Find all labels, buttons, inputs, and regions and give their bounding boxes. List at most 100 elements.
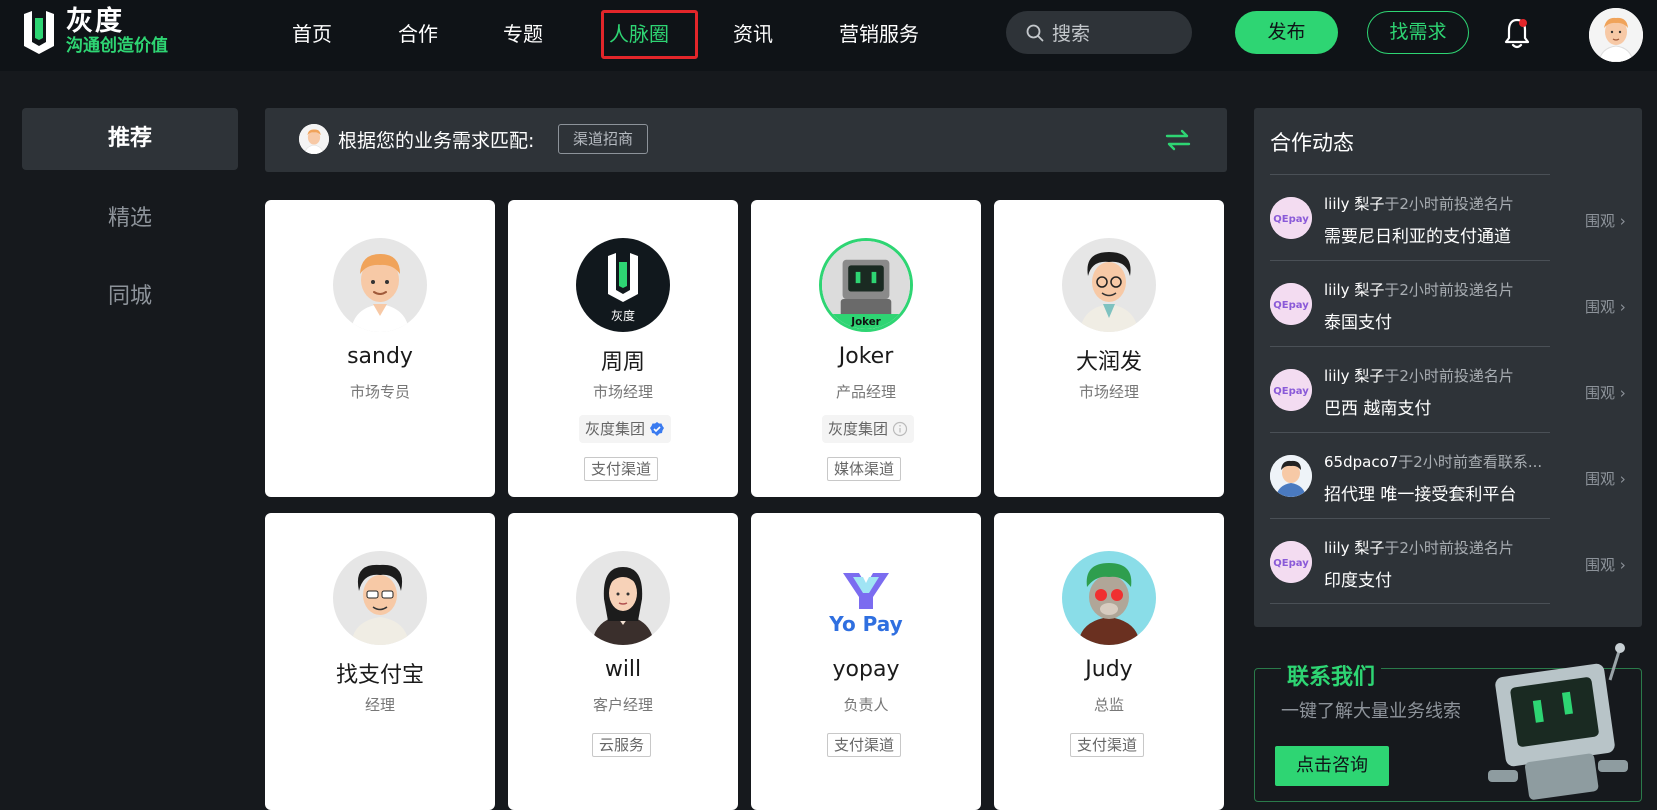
card-name: yopay — [832, 657, 900, 682]
avatar — [333, 238, 427, 332]
company-badge: 灰度集团 — [822, 415, 915, 443]
card-role: 产品经理 — [835, 383, 896, 401]
feed-item[interactable]: 65dpaco7于2小时前查看联系... 招代理 唯一接受套利平台 — [1270, 432, 1550, 518]
avatar — [1062, 551, 1156, 645]
feed-avatar: QEpay — [1270, 369, 1312, 411]
sidebar-item-recommend[interactable]: 推荐 — [22, 108, 238, 170]
cartoon-man-sunglasses-avatar-icon — [333, 551, 427, 645]
match-bar: 根据您的业务需求匹配: 渠道招商 — [265, 108, 1227, 172]
watch-link[interactable]: 围观 › — [1585, 554, 1626, 575]
nav-news[interactable]: 资讯 — [733, 20, 773, 48]
huidu-avatar-text: 灰度 — [611, 308, 635, 323]
feed-item[interactable]: QEpay liily 梨子于2小时前投递名片 巴西 越南支付 — [1270, 346, 1550, 432]
profile-card[interactable]: sandy 市场专员 — [265, 200, 495, 497]
profile-card[interactable]: 大润发 市场经理 — [994, 200, 1224, 497]
contact-title: 联系我们 — [1281, 659, 1382, 691]
company-name: 灰度集团 — [828, 420, 889, 438]
watch-link[interactable]: 围观 › — [1585, 210, 1626, 231]
card-name: 大润发 — [1075, 350, 1142, 375]
qepay-avatar-text: QEpay — [1273, 386, 1309, 397]
feed-item-title: 印度支付 — [1324, 571, 1392, 591]
feed-item[interactable]: QEpay liily 梨子于2小时前投递名片 泰国支付 — [1270, 260, 1550, 346]
nav-topics[interactable]: 专题 — [503, 20, 543, 48]
find-demand-button[interactable]: 找需求 — [1367, 11, 1469, 54]
match-description: 根据您的业务需求匹配: — [338, 130, 535, 152]
qepay-avatar-icon: QEpay — [1270, 197, 1312, 239]
avatar: Joker — [819, 238, 913, 332]
feed-avatar: QEpay — [1270, 541, 1312, 583]
match-avatar — [299, 124, 329, 154]
qepay-avatar-text: QEpay — [1273, 558, 1309, 569]
card-tag: 支付渠道 — [827, 733, 902, 757]
user-avatar[interactable] — [1589, 8, 1643, 62]
contact-subtitle: 一键了解大量业务线索 — [1281, 701, 1461, 722]
qepay-avatar-text: QEpay — [1273, 214, 1309, 225]
card-role: 市场经理 — [592, 383, 653, 401]
search-input[interactable]: 搜索 — [1006, 11, 1192, 54]
publish-button[interactable]: 发布 — [1235, 11, 1338, 54]
watch-link[interactable]: 围观 › — [1585, 468, 1626, 489]
feed-item-title: 泰国支付 — [1324, 313, 1392, 333]
qepay-avatar-text: QEpay — [1273, 300, 1309, 311]
robot-mascot-icon — [1488, 643, 1628, 800]
avatar — [1062, 238, 1156, 332]
card-tag: 支付渠道 — [1070, 733, 1145, 757]
watch-link[interactable]: 围观 › — [1585, 382, 1626, 403]
top-navigation-bar: 灰度 沟通创造价值 首页 合作 专题 人脉圈 资讯 营销服务 搜索 发布 找需求 — [0, 0, 1657, 71]
feed-item[interactable]: QEpay liily 梨子于2小时前投递名片 印度支付 — [1270, 518, 1550, 604]
profile-card[interactable]: Judy 总监 支付渠道 — [994, 513, 1224, 810]
qepay-avatar-icon: QEpay — [1270, 369, 1312, 411]
brand-name: 灰度 — [66, 6, 124, 37]
feed-item-title: 巴西 越南支付 — [1324, 399, 1432, 419]
card-name: 周周 — [600, 350, 645, 375]
notification-bell-icon[interactable] — [1502, 16, 1532, 50]
profile-card[interactable]: will 客户经理 云服务 — [508, 513, 738, 810]
card-name: will — [604, 657, 642, 682]
brand-slogan: 沟通创造价值 — [66, 36, 168, 56]
feed-meta: liily 梨子于2小时前投递名片 — [1324, 281, 1514, 299]
watch-link[interactable]: 围观 › — [1585, 296, 1626, 317]
feed-item[interactable]: QEpay liily 梨子于2小时前投递名片 需要尼日利亚的支付通道 — [1270, 174, 1550, 260]
cartoon-man-glasses-avatar-icon — [1062, 238, 1156, 332]
search-placeholder: 搜索 — [1052, 23, 1091, 45]
card-tag: 云服务 — [592, 733, 652, 757]
card-role: 市场专员 — [349, 383, 410, 401]
profile-card[interactable]: Joker Joker 产品经理 灰度集团 媒体渠道 — [751, 200, 981, 497]
feed-meta: liily 梨子于2小时前投递名片 — [1324, 367, 1514, 385]
nav-home[interactable]: 首页 — [292, 20, 332, 48]
search-icon — [1026, 24, 1044, 41]
sidebar-item-featured[interactable]: 精选 — [22, 188, 238, 250]
company-name: 灰度集团 — [585, 420, 646, 438]
verified-icon — [650, 422, 665, 436]
cartoon-man-avatar-icon — [333, 238, 427, 332]
feed-item-title: 需要尼日利亚的支付通道 — [1324, 227, 1511, 247]
feed-avatar: QEpay — [1270, 197, 1312, 239]
yopay-avatar-text: Yo Pay — [828, 612, 902, 636]
match-tag[interactable]: 渠道招商 — [558, 124, 649, 154]
nav-network[interactable]: 人脉圈 — [609, 20, 669, 48]
card-name: Joker — [838, 344, 894, 369]
qepay-avatar-icon: QEpay — [1270, 541, 1312, 583]
feed-avatar: QEpay — [1270, 283, 1312, 325]
card-role: 负责人 — [843, 696, 889, 714]
nav-cooperation[interactable]: 合作 — [398, 20, 438, 48]
card-role: 市场经理 — [1078, 383, 1139, 401]
sidebar-item-local[interactable]: 同城 — [22, 266, 238, 328]
robot-avatar-icon: Joker — [822, 241, 910, 329]
avatar — [333, 551, 427, 645]
consult-button[interactable]: 点击咨询 — [1275, 746, 1389, 786]
card-name: sandy — [347, 344, 413, 369]
brand-logo[interactable]: 灰度 沟通创造价值 — [20, 8, 168, 56]
company-badge: 灰度集团 — [579, 415, 672, 443]
profile-card[interactable]: 灰度 周周 市场经理 灰度集团 支付渠道 — [508, 200, 738, 497]
swap-icon[interactable] — [1165, 128, 1191, 152]
huidu-logo-avatar-icon: 灰度 — [576, 238, 670, 332]
info-icon — [892, 421, 908, 437]
yopay-logo-avatar-icon: Yo Pay — [819, 551, 913, 645]
card-name: 找支付宝 — [335, 663, 424, 688]
nav-marketing[interactable]: 营销服务 — [839, 20, 919, 48]
profile-card[interactable]: Yo Pay yopay 负责人 支付渠道 — [751, 513, 981, 810]
profile-card[interactable]: 找支付宝 经理 — [265, 513, 495, 810]
ape-nft-avatar-icon — [1062, 551, 1156, 645]
qepay-avatar-icon: QEpay — [1270, 283, 1312, 325]
